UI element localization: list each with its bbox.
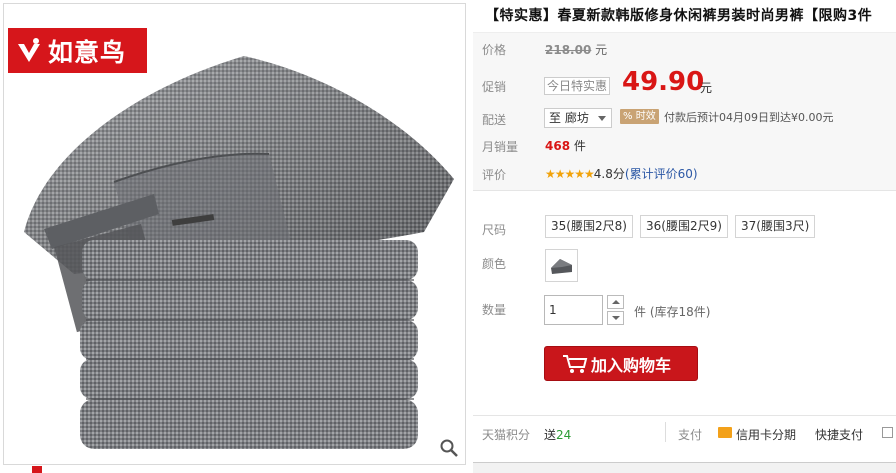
timely-badge-text: 时效 — [635, 111, 656, 122]
shipping-destination-select[interactable]: 至 廊坊 — [544, 108, 612, 128]
payment-label: 支付 — [678, 428, 703, 442]
stock-note: 件 (库存18件) — [634, 303, 710, 320]
add-to-cart-button[interactable]: 加入购物车 — [544, 346, 698, 381]
star-rating-icon: ★★★★★ — [545, 167, 595, 181]
quantity-label: 数量 — [482, 303, 507, 317]
brand-name: 如意鸟 — [48, 37, 127, 67]
promo-price: 49.90 — [622, 67, 705, 97]
quantity-input[interactable]: 1 — [544, 295, 603, 325]
size-option-37[interactable]: 37(腰围3尺) — [735, 215, 816, 238]
product-image[interactable]: 如意鸟 — [3, 3, 466, 465]
credit-card-icon — [718, 427, 732, 438]
divider — [665, 422, 666, 442]
review-count-link[interactable]: (累计评价60) — [625, 167, 698, 181]
original-price-unit: 元 — [595, 43, 608, 57]
cart-icon — [563, 354, 588, 373]
promo-tag: 今日特实惠 — [544, 77, 611, 95]
promo-price-unit: 元 — [700, 81, 713, 95]
service-row: 天猫积分 送24 支付 信用卡分期 快捷支付 — [473, 415, 896, 449]
monthly-sales: 468 件 — [545, 137, 586, 154]
express-pay-checkbox[interactable] — [882, 427, 893, 438]
chevron-down-icon — [598, 116, 606, 121]
size-option-36[interactable]: 36(腰围2尺9) — [640, 215, 728, 238]
color-label: 颜色 — [482, 257, 507, 271]
delivery-estimate: 付款后预计04月09日到达¥0.00元 — [664, 111, 834, 124]
size-option-35[interactable]: 35(腰围2尺8) — [545, 215, 633, 238]
bird-logo-icon — [14, 36, 44, 66]
chevron-up-icon — [612, 300, 620, 304]
add-to-cart-label: 加入购物车 — [591, 355, 672, 375]
arrow-up-icon — [32, 466, 42, 473]
size-label: 尺码 — [482, 223, 507, 237]
product-info: 【特实惠】春夏新款韩版修身休闲裤男装时尚男裤【限购3件 价格 218.00 元 … — [473, 0, 896, 473]
sales-label: 月销量 — [482, 140, 519, 154]
timely-badge: % 时效 — [620, 109, 659, 124]
points-prefix: 送 — [544, 428, 557, 442]
points-number: 24 — [556, 428, 572, 442]
quantity-unit: 件 — [634, 305, 647, 319]
express-pay-link[interactable]: 快捷支付 — [815, 426, 863, 443]
promo-label: 促销 — [482, 80, 507, 94]
original-price-value: 218.00 — [545, 43, 592, 57]
chevron-down-icon — [612, 316, 620, 320]
brand-logo: 如意鸟 — [8, 28, 147, 73]
shipping-destination: 至 廊坊 — [549, 111, 589, 125]
price-label: 价格 — [482, 43, 507, 57]
points-label: 天猫积分 — [482, 428, 531, 442]
price-panel: 价格 218.00 元 促销 今日特实惠 49.90 元 配送 至 廊坊 % 时… — [473, 32, 896, 190]
quantity-increase-button[interactable] — [607, 295, 624, 309]
product-title: 【特实惠】春夏新款韩版修身休闲裤男装时尚男裤【限购3件 — [485, 8, 873, 24]
product-page: 如意鸟 【特实惠】春夏新款韩版修身休闲裤男装时尚男裤【限购3件 价格 218.0… — [0, 0, 896, 473]
points-value: 送24 — [544, 426, 571, 443]
rating: ★★★★★4.8分(累计评价60) — [545, 165, 698, 182]
sku-panel: 尺码 35(腰围2尺8) 36(腰围2尺9) 37(腰围3尺) 颜色 数量 1 … — [473, 190, 896, 404]
magnifier-icon[interactable] — [439, 438, 459, 458]
pants-illustration — [24, 56, 454, 449]
lightning-icon: % — [623, 111, 633, 122]
shipping-label: 配送 — [482, 113, 507, 127]
rating-score: 4.8分 — [593, 167, 625, 181]
quantity-decrease-button[interactable] — [607, 311, 624, 325]
rating-label: 评价 — [482, 168, 507, 182]
stock-count: (库存18件) — [649, 305, 711, 319]
color-swatch-gray[interactable] — [545, 249, 578, 282]
sales-count: 468 — [545, 139, 571, 153]
original-price: 218.00 元 — [545, 41, 607, 58]
sales-unit: 件 — [573, 139, 586, 153]
installment-link[interactable]: 信用卡分期 — [736, 426, 796, 443]
detail-tab-strip[interactable] — [473, 462, 896, 473]
